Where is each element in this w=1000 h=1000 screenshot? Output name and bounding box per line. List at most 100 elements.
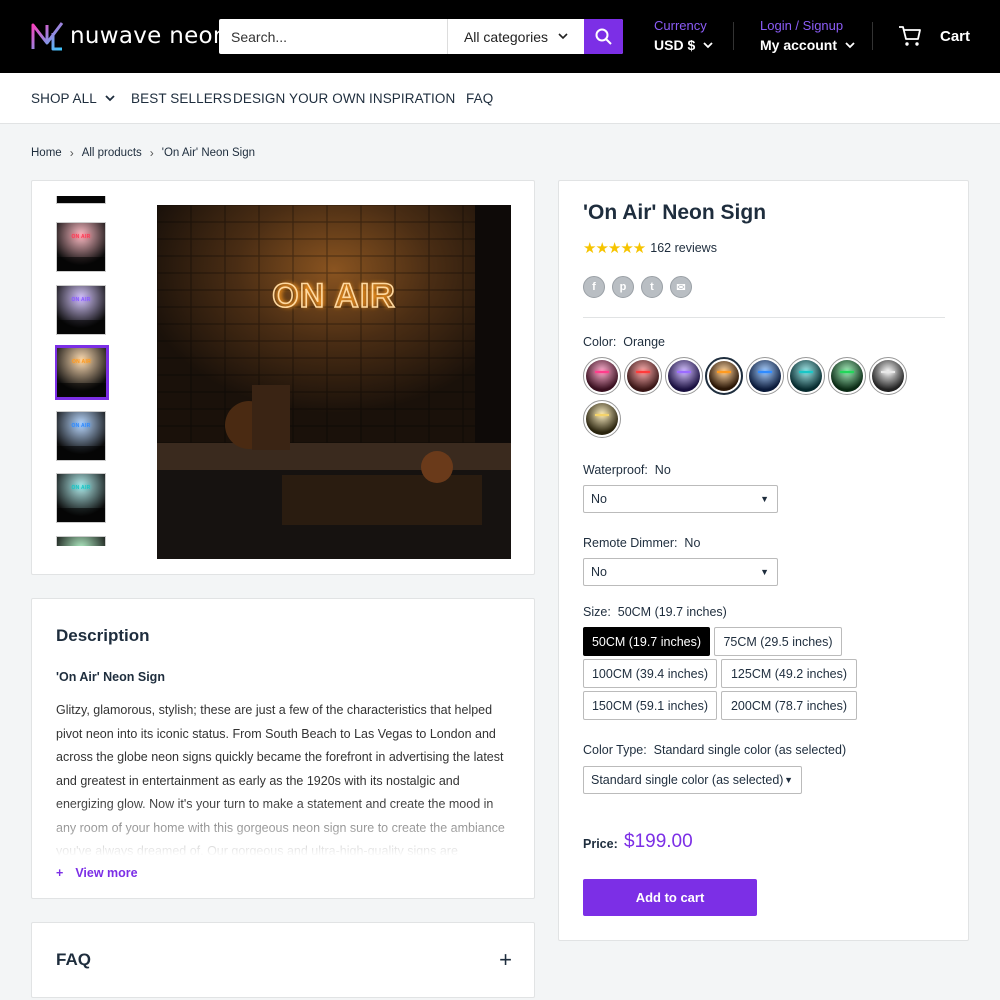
product-thumbnail[interactable]: ON AIR bbox=[56, 473, 106, 523]
star-rating-icon: ★★★★★ bbox=[583, 240, 646, 257]
product-thumbnail[interactable]: ON AIR bbox=[56, 411, 106, 461]
size-option-100cm[interactable]: 100CM (39.4 inches) bbox=[583, 659, 717, 688]
nav-item-shop-all[interactable]: SHOP ALL bbox=[31, 91, 115, 106]
logo[interactable]: nuwave neon bbox=[31, 19, 228, 52]
size-option-label: Size: 50CM (19.7 inches) bbox=[583, 605, 727, 619]
option-name: Color: bbox=[583, 335, 617, 349]
product-main-image[interactable]: ON AIR ON AIR bbox=[157, 205, 511, 559]
thumbnail-floor bbox=[57, 320, 105, 334]
color-swatch-warm-white[interactable] bbox=[583, 400, 621, 438]
add-to-cart-button[interactable]: Add to cart bbox=[583, 879, 757, 916]
color-swatch-purple[interactable] bbox=[664, 357, 703, 395]
search-button[interactable] bbox=[584, 19, 623, 54]
waterproof-select[interactable]: No ▼ bbox=[583, 485, 778, 513]
description-title: Description bbox=[56, 626, 150, 645]
nav-item-best-sellers[interactable]: BEST SELLERS bbox=[131, 91, 232, 106]
color-type-select[interactable]: Standard single color (as selected) ▼ bbox=[583, 766, 802, 794]
color-swatch-pink[interactable] bbox=[583, 357, 621, 395]
thumbnail-floor bbox=[57, 196, 105, 203]
size-option-75cm[interactable]: 75CM (29.5 inches) bbox=[714, 627, 842, 656]
rating[interactable]: ★★★★★ 162 reviews bbox=[583, 239, 717, 257]
option-name: Size: bbox=[583, 605, 611, 619]
waterproof-option-label: Waterproof: No bbox=[583, 463, 671, 477]
cart-button[interactable]: Cart bbox=[898, 25, 970, 47]
color-swatch-green[interactable] bbox=[827, 357, 866, 395]
currency-selector[interactable]: Currency USD $ bbox=[654, 18, 713, 53]
currency-label: Currency bbox=[654, 18, 707, 33]
product-thumbnail[interactable]: ON AIR bbox=[55, 345, 109, 400]
option-name: Color Type: bbox=[583, 743, 647, 757]
nav-item-label: SHOP ALL bbox=[31, 91, 97, 106]
size-option-50cm[interactable]: 50CM (19.7 inches) bbox=[583, 627, 710, 656]
facebook-icon[interactable]: f bbox=[583, 276, 605, 298]
product-thumbnail[interactable]: ON AIR bbox=[56, 536, 106, 546]
size-option-125cm[interactable]: 125CM (49.2 inches) bbox=[721, 659, 857, 688]
select-value: No bbox=[591, 492, 607, 506]
swatch-preview bbox=[790, 360, 822, 392]
chevron-down-icon bbox=[703, 41, 713, 48]
price-value: $199.00 bbox=[624, 831, 693, 852]
header-divider bbox=[872, 22, 873, 50]
category-label: All categories bbox=[463, 28, 549, 45]
nav-item-design-your-own[interactable]: DESIGN YOUR OWN bbox=[233, 91, 366, 106]
breadcrumb: Home › All products › 'On Air' Neon Sign bbox=[31, 146, 255, 160]
dimmer-select[interactable]: No ▼ bbox=[583, 558, 778, 586]
currency-value: USD $ bbox=[654, 37, 696, 53]
account-menu[interactable]: Login / Signup My account bbox=[760, 18, 855, 53]
breadcrumb-all-products[interactable]: All products bbox=[82, 147, 142, 159]
email-icon[interactable]: ✉ bbox=[670, 276, 692, 298]
swatch-neon-line bbox=[676, 371, 691, 373]
size-option-200cm[interactable]: 200CM (78.7 inches) bbox=[721, 691, 857, 720]
size-option-150cm[interactable]: 150CM (59.1 inches) bbox=[583, 691, 717, 720]
swatch-preview bbox=[586, 360, 618, 392]
product-thumbnail[interactable] bbox=[56, 196, 106, 204]
price-label: Price: bbox=[583, 837, 618, 851]
option-value: No bbox=[654, 463, 671, 477]
swatch-preview bbox=[586, 403, 618, 435]
share-buttons: f p t ✉ bbox=[583, 276, 692, 298]
divider bbox=[583, 317, 945, 318]
swatch-neon-line bbox=[799, 371, 813, 373]
faq-panel[interactable]: FAQ + bbox=[31, 922, 535, 998]
breadcrumb-home[interactable]: Home bbox=[31, 147, 62, 159]
caret-down-icon: ▼ bbox=[760, 494, 769, 504]
login-signup-link[interactable]: Login / Signup bbox=[760, 18, 855, 33]
dimmer-option-label: Remote Dimmer: No bbox=[583, 536, 700, 550]
color-swatch-white[interactable] bbox=[868, 357, 907, 395]
swatch-preview bbox=[749, 360, 782, 392]
twitter-icon[interactable]: t bbox=[641, 276, 663, 298]
logo-icon bbox=[31, 22, 64, 51]
fade-overlay bbox=[56, 799, 506, 859]
color-swatch-blue[interactable] bbox=[746, 357, 785, 395]
main-nav: SHOP ALL BEST SELLERS DESIGN YOUR OWN IN… bbox=[0, 73, 1000, 124]
product-title: 'On Air' Neon Sign bbox=[583, 201, 767, 224]
product-info-panel: 'On Air' Neon Sign ★★★★★ 162 reviews f p… bbox=[558, 180, 969, 941]
product-gallery: ON AIR ON AIR ON AIR ON AIR ON AIR ON AIR bbox=[31, 180, 535, 575]
nav-item-inspiration[interactable]: INSPIRATION bbox=[369, 91, 455, 106]
thumbnail-label: ON AIR bbox=[71, 234, 91, 240]
nav-item-faq[interactable]: FAQ bbox=[466, 91, 493, 106]
category-select[interactable]: All categories bbox=[447, 19, 584, 54]
plus-icon[interactable]: + bbox=[499, 947, 512, 973]
product-thumbnail[interactable]: ON AIR bbox=[56, 285, 106, 335]
cart-icon bbox=[899, 26, 921, 46]
option-value: Orange bbox=[623, 335, 665, 349]
thumbnail-floor bbox=[57, 257, 105, 271]
option-value: Standard single color (as selected) bbox=[653, 743, 847, 757]
swatch-preview bbox=[626, 360, 659, 392]
swatch-neon-line bbox=[595, 371, 609, 373]
search-input[interactable] bbox=[219, 19, 447, 54]
color-swatch-orange[interactable] bbox=[705, 357, 744, 395]
color-swatch-ice-blue[interactable] bbox=[787, 357, 825, 395]
plus-icon: + bbox=[56, 866, 64, 880]
color-swatch-red[interactable] bbox=[623, 357, 662, 395]
select-value: Standard single color (as selected) bbox=[591, 773, 784, 787]
product-thumbnail[interactable]: ON AIR bbox=[56, 222, 106, 272]
pinterest-icon[interactable]: p bbox=[612, 276, 634, 298]
option-value: No bbox=[684, 536, 701, 550]
swatch-neon-line bbox=[717, 371, 732, 373]
view-more-button[interactable]: + View more bbox=[56, 866, 138, 880]
thumbnail-strip[interactable]: ON AIR ON AIR ON AIR ON AIR ON AIR ON AIR bbox=[55, 196, 111, 546]
description-body: Glitzy, glamorous, stylish; these are ju… bbox=[56, 699, 506, 859]
swatch-neon-line bbox=[595, 414, 609, 416]
